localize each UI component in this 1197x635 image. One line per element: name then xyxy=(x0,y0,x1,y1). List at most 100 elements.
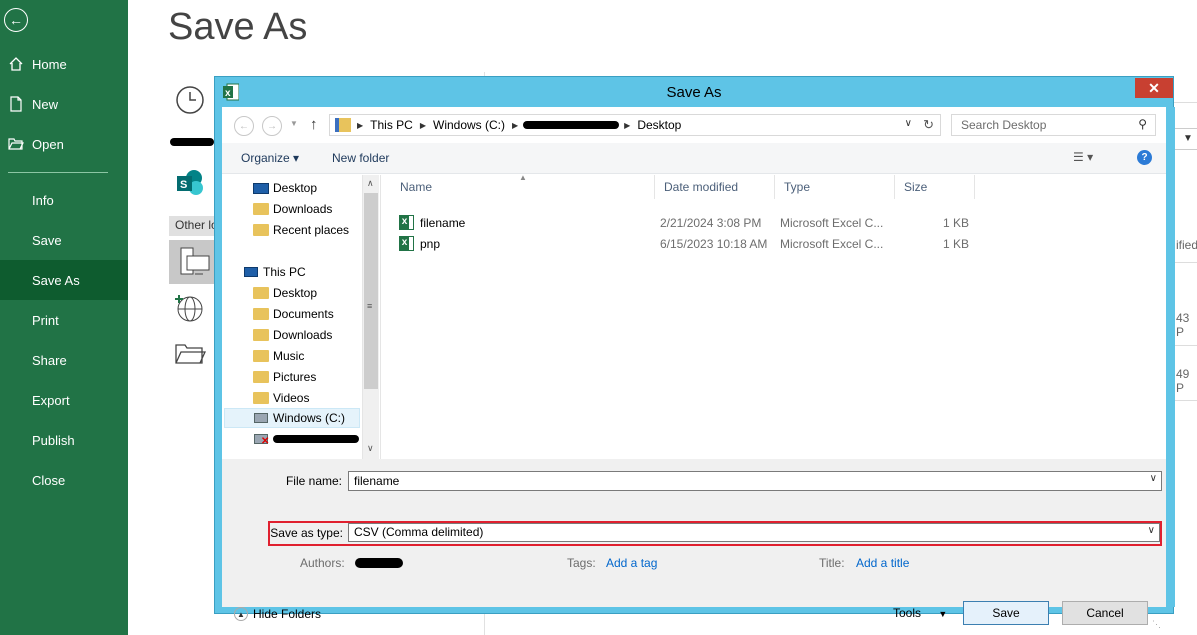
chevron-right-icon: ▶ xyxy=(512,120,519,130)
chevron-right-icon: ▶ xyxy=(357,120,364,130)
save-as-dialog: x Save As ✕ ← → ▼ ↑ ▶ This PC ▶ Windows … xyxy=(214,76,1175,629)
right-panel-dropdown[interactable]: ▼ xyxy=(1174,128,1197,150)
file-name: filename xyxy=(420,216,466,230)
navigation-pane: Desktop Downloads Recent places This PC … xyxy=(222,175,380,459)
chevron-down-icon[interactable]: ∨ xyxy=(1148,525,1155,536)
nav-print[interactable]: Print xyxy=(0,300,128,340)
new-doc-icon xyxy=(0,96,32,112)
address-dropdown-icon[interactable]: ∨ xyxy=(905,118,912,129)
save-type-label: Save as type: xyxy=(270,526,343,540)
breadcrumb-windows-c[interactable]: Windows (C:) xyxy=(433,118,505,132)
help-icon[interactable]: ? xyxy=(1137,150,1152,165)
file-row[interactable]: filename 2/21/2024 3:08 PM Microsoft Exc… xyxy=(394,213,994,233)
file-name: pnp xyxy=(420,237,441,251)
sort-ascending-icon: ▲ xyxy=(519,173,527,182)
save-type-select[interactable]: CSV (Comma delimited) ∨ xyxy=(348,523,1160,542)
close-button[interactable]: ✕ xyxy=(1135,78,1173,98)
column-header-type[interactable]: Type xyxy=(775,175,895,199)
tree-item-recent-places[interactable]: Recent places xyxy=(252,220,349,240)
hide-folders-button[interactable]: ▲ Hide Folders xyxy=(234,607,321,621)
dialog-client: ← → ▼ ↑ ▶ This PC ▶ Windows (C:) ▶ ▶ Des… xyxy=(222,107,1166,629)
folder-icon xyxy=(252,328,270,342)
tree-item-network-drive[interactable]: ✕ xyxy=(252,429,359,449)
up-arrow-icon[interactable]: ↑ xyxy=(310,116,318,133)
nav-save[interactable]: Save xyxy=(0,220,128,260)
scroll-up-icon[interactable]: ∧ xyxy=(367,178,374,189)
sharepoint-icon[interactable]: S xyxy=(170,164,210,204)
nav-info[interactable]: Info xyxy=(0,180,128,220)
nav-scroll-thumb[interactable] xyxy=(364,193,378,389)
nav-export[interactable]: Export xyxy=(0,380,128,420)
nav-publish[interactable]: Publish xyxy=(0,420,128,460)
back-arrow-icon[interactable]: ← xyxy=(4,8,28,32)
organize-button[interactable]: Organize ▾ xyxy=(241,151,299,165)
home-icon xyxy=(0,56,32,72)
right-panel-text: ified xyxy=(1176,238,1197,252)
search-input[interactable]: Search Desktop ⚲ xyxy=(951,114,1156,136)
tree-item-downloads[interactable]: Downloads xyxy=(252,199,332,219)
breadcrumb-desktop[interactable]: Desktop xyxy=(637,118,681,132)
search-icon: ⚲ xyxy=(1138,117,1147,131)
file-size: 1 KB xyxy=(943,237,970,251)
this-pc-location[interactable] xyxy=(169,240,215,284)
right-panel-text: 43 P xyxy=(1176,311,1190,339)
tree-item-downloads[interactable]: Downloads xyxy=(252,325,332,345)
back-icon[interactable]: ← xyxy=(234,116,254,136)
column-header-name[interactable]: Name ▲ xyxy=(381,173,655,199)
save-form: File name: filename ∨ Save as type: CSV … xyxy=(222,459,1166,629)
browse-folder-icon[interactable] xyxy=(170,334,210,374)
desktop-icon xyxy=(252,181,270,195)
tools-button[interactable]: Tools ▼ xyxy=(893,606,947,620)
save-button[interactable]: Save xyxy=(963,601,1049,625)
tree-item-videos[interactable]: Videos xyxy=(252,388,309,408)
recent-dropdown-icon[interactable]: ▼ xyxy=(290,119,298,128)
dialog-title-bar[interactable]: x Save As ✕ xyxy=(215,77,1173,107)
tree-item-this-pc[interactable]: This PC xyxy=(242,262,306,282)
new-folder-button[interactable]: New folder xyxy=(332,151,389,165)
file-type: Microsoft Excel C... xyxy=(780,237,884,251)
tree-item-windows-c[interactable]: Windows (C:) xyxy=(224,408,360,428)
add-tag-link[interactable]: Add a tag xyxy=(606,556,657,570)
breadcrumb-this-pc[interactable]: This PC xyxy=(370,118,413,132)
file-name-input[interactable]: filename ∨ xyxy=(348,471,1162,491)
nav-save-as[interactable]: Save As xyxy=(0,260,128,300)
refresh-icon[interactable]: ↻ xyxy=(923,117,934,133)
file-date: 6/15/2023 10:18 AM xyxy=(660,237,768,251)
add-title-link[interactable]: Add a title xyxy=(856,556,909,570)
chevron-down-icon[interactable]: ∨ xyxy=(1150,473,1157,484)
recent-clock-icon[interactable] xyxy=(170,80,210,120)
column-header-date[interactable]: Date modified xyxy=(655,175,775,199)
nav-share[interactable]: Share xyxy=(0,340,128,380)
nav-home[interactable]: Home xyxy=(0,44,128,84)
nav-open[interactable]: Open xyxy=(0,124,128,164)
command-bar: Organize ▾ New folder ☰ ▾ ? xyxy=(222,143,1166,174)
tree-item-documents[interactable]: Documents xyxy=(252,304,334,324)
tree-item-pictures[interactable]: Pictures xyxy=(252,367,316,387)
cancel-button[interactable]: Cancel xyxy=(1062,601,1148,625)
other-locations-header: Other lo xyxy=(169,216,215,236)
nav-scrollbar[interactable]: ∧ ≡ ∨ xyxy=(362,175,379,459)
scroll-down-icon[interactable]: ∨ xyxy=(367,443,374,454)
address-bar[interactable]: ▶ This PC ▶ Windows (C:) ▶ ▶ Desktop ∨ ↻ xyxy=(329,114,941,136)
forward-icon[interactable]: → xyxy=(262,116,282,136)
tree-item-desktop[interactable]: Desktop xyxy=(252,283,317,303)
redacted-author xyxy=(355,558,403,568)
nav-new[interactable]: New xyxy=(0,84,128,124)
folder-icon xyxy=(252,349,270,363)
right-panel-text: 49 P xyxy=(1176,367,1190,395)
resize-grip-icon[interactable]: ⋱ xyxy=(1152,619,1164,631)
view-options-icon[interactable]: ☰ ▾ xyxy=(1073,150,1093,164)
file-name-label: File name: xyxy=(285,474,342,488)
file-size: 1 KB xyxy=(943,216,970,230)
add-place-globe-icon[interactable] xyxy=(170,288,210,328)
tree-item-desktop[interactable]: Desktop xyxy=(252,178,317,198)
column-header-size[interactable]: Size xyxy=(895,175,975,199)
excel-csv-icon xyxy=(399,215,414,230)
file-row[interactable]: pnp 6/15/2023 10:18 AM Microsoft Excel C… xyxy=(394,234,994,254)
caret-down-icon: ▼ xyxy=(938,609,948,619)
folder-icon xyxy=(252,223,270,237)
tree-item-music[interactable]: Music xyxy=(252,346,304,366)
dialog-frame-edge xyxy=(1166,107,1175,607)
folder-icon xyxy=(252,391,270,405)
nav-close[interactable]: Close xyxy=(0,460,128,500)
